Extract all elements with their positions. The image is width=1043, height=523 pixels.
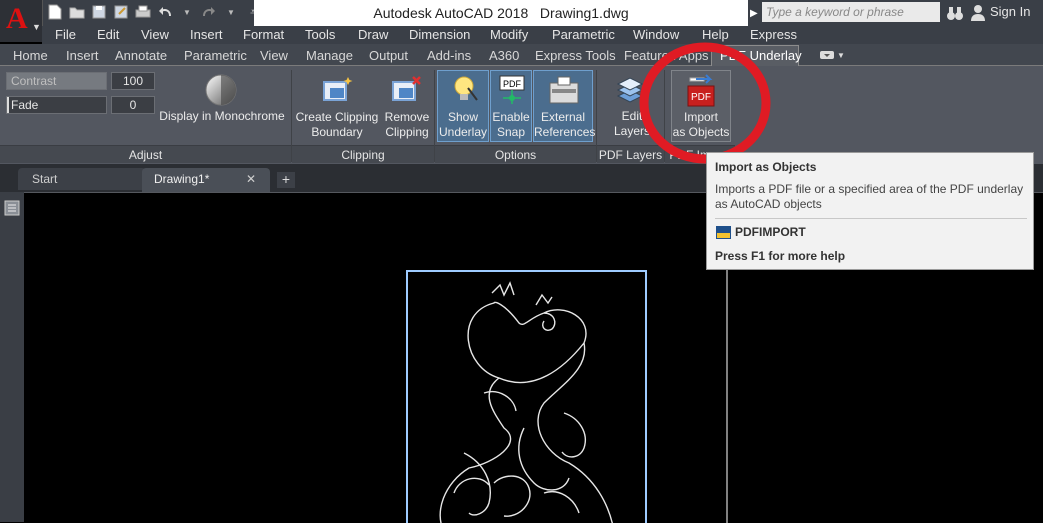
external-references-label-line1: External	[540, 110, 586, 124]
clipping-panel-title: Clipping	[292, 145, 434, 163]
monochrome-label: Display in Monochrome	[159, 109, 285, 123]
tab-start[interactable]: Start	[18, 168, 146, 190]
ribbon-options-button[interactable]: ▼	[820, 48, 850, 62]
menu-dimension[interactable]: Dimension	[409, 27, 470, 42]
command-line-icon	[716, 226, 731, 239]
show-underlay-label-line1: Show	[447, 110, 479, 124]
remove-clipping-icon	[392, 76, 421, 101]
enable-snap-label-line2: Snap	[496, 125, 526, 139]
search-expand-icon[interactable]: ▶	[750, 2, 762, 24]
enable-snap-label-line1: Enable	[492, 110, 530, 124]
menu-insert[interactable]: Insert	[190, 27, 223, 42]
tooltip-title: Import as Objects	[715, 160, 817, 174]
menu-parametric[interactable]: Parametric	[552, 27, 615, 42]
create-clipping-label-line1: Create Clipping	[295, 110, 379, 124]
tab-home[interactable]: Home	[13, 48, 48, 63]
enable-snap-button[interactable]: PDF Enable Snap	[490, 70, 532, 142]
create-clipping-boundary-button[interactable]: Create Clipping Boundary	[294, 70, 382, 142]
adjust-panel-title: Adjust	[0, 145, 291, 163]
create-clipping-label-line2: Boundary	[311, 125, 363, 139]
tab-add-ins[interactable]: Add-ins	[427, 48, 471, 63]
new-tab-button[interactable]: +	[277, 172, 295, 188]
external-references-icon	[549, 76, 579, 104]
monochrome-icon	[205, 74, 237, 106]
menu-draw[interactable]: Draw	[358, 27, 388, 42]
binoculars-icon[interactable]	[946, 4, 964, 22]
chevron-down-icon: ▼	[837, 50, 845, 60]
options-panel-title: Options	[435, 145, 596, 163]
open-folder-icon[interactable]	[68, 3, 86, 21]
tooltip: Import as Objects Imports a PDF file or …	[706, 152, 1034, 270]
highlight-circle-annotation	[639, 42, 771, 164]
fade-slider[interactable]: Fade	[6, 96, 107, 114]
contrast-label: Contrast	[11, 74, 57, 88]
fade-value[interactable]: 0	[111, 96, 155, 114]
new-file-icon[interactable]	[46, 3, 64, 21]
menu-bar: File Edit View Insert Format Tools Draw …	[42, 26, 1043, 44]
tab-express-tools[interactable]: Express Tools	[535, 48, 616, 63]
menu-format[interactable]: Format	[243, 27, 284, 42]
remove-clipping-label-line2: Clipping	[385, 125, 429, 139]
undo-dropdown-icon[interactable]: ▼	[178, 3, 196, 21]
sign-in-button[interactable]: Sign In	[990, 4, 1030, 19]
remove-clipping-label-line1: Remove	[384, 110, 430, 124]
window-title: Autodesk AutoCAD 2018 Drawing1.dwg	[254, 0, 748, 26]
close-tab-icon[interactable]: ✕	[246, 172, 256, 186]
tab-parametric[interactable]: Parametric	[184, 48, 247, 63]
autocad-logo-icon: A	[6, 2, 28, 35]
display-in-monochrome-button[interactable]: Display in Monochrome	[158, 70, 288, 142]
tab-a360[interactable]: A360	[489, 48, 519, 63]
external-references-button[interactable]: External References	[533, 70, 596, 142]
contrast-slider[interactable]: Contrast	[6, 72, 107, 90]
chevron-down-icon: ▼	[32, 22, 41, 32]
save-icon[interactable]	[90, 3, 108, 21]
pdf-snap-icon: PDF	[499, 75, 525, 104]
clipping-boundary-icon	[323, 77, 353, 101]
pdf-underlay-frame	[406, 270, 647, 523]
tooltip-command: PDFIMPORT	[735, 225, 806, 239]
tooltip-help: Press F1 for more help	[715, 249, 846, 263]
tooltip-divider	[715, 218, 1027, 219]
tab-insert[interactable]: Insert	[66, 48, 99, 63]
tab-view[interactable]: View	[260, 48, 288, 63]
menu-edit[interactable]: Edit	[97, 27, 119, 42]
tab-output[interactable]: Output	[369, 48, 408, 63]
search-input[interactable]	[762, 2, 940, 22]
contrast-value[interactable]: 100	[111, 72, 155, 90]
external-references-label-line2: References	[534, 125, 596, 139]
tooltip-description: Imports a PDF file or a specified area o…	[715, 182, 1024, 211]
plot-icon[interactable]	[134, 3, 152, 21]
application-menu-button[interactable]: A ▼	[0, 0, 43, 42]
save-as-icon[interactable]	[112, 3, 130, 21]
menu-modify[interactable]: Modify	[490, 27, 528, 42]
tab-manage[interactable]: Manage	[306, 48, 353, 63]
minimize-ribbon-icon	[820, 51, 834, 59]
quick-access-toolbar: ▼ ▼ ⩡	[46, 3, 262, 23]
redo-icon[interactable]	[200, 3, 218, 21]
left-tool-strip	[0, 192, 24, 522]
redo-dropdown-icon[interactable]: ▼	[222, 3, 240, 21]
document-name: Drawing1.dwg	[539, 5, 629, 21]
lightbulb-icon	[454, 76, 478, 101]
undo-icon[interactable]	[156, 3, 174, 21]
menu-view[interactable]: View	[141, 27, 169, 42]
app-title: Autodesk AutoCAD 2018	[373, 5, 529, 21]
remove-clipping-button[interactable]: Remove Clipping	[383, 70, 431, 142]
tab-annotate[interactable]: Annotate	[115, 48, 167, 63]
show-underlay-label-line2: Underlay	[438, 125, 488, 139]
menu-tools[interactable]: Tools	[305, 27, 335, 42]
pdf-snap-icon-text: PDF	[503, 79, 522, 89]
sheet-set-icon[interactable]	[3, 199, 21, 217]
menu-file[interactable]: File	[55, 27, 76, 42]
show-underlay-button[interactable]: Show Underlay	[437, 70, 489, 142]
fade-label: Fade	[11, 98, 39, 112]
user-icon[interactable]	[970, 4, 986, 22]
